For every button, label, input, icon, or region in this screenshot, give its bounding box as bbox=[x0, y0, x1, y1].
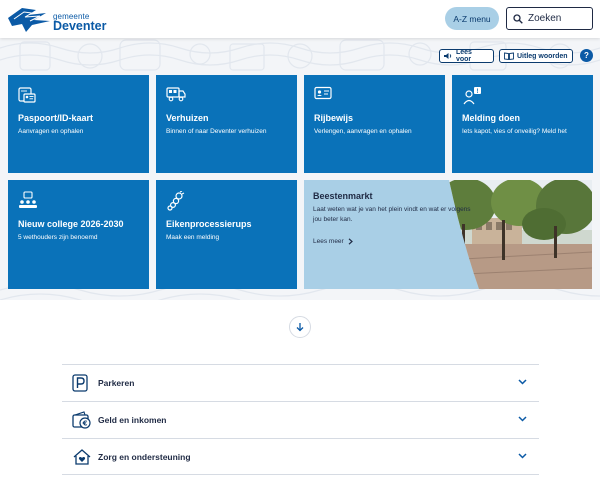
tile-passport[interactable]: Paspoort/ID-kaart Aanvragen en ophalen bbox=[8, 75, 149, 173]
read-more-label: Lees meer bbox=[313, 238, 344, 245]
tile-title: Verhuizen bbox=[166, 113, 209, 123]
accordion-label: Parkeren bbox=[98, 378, 135, 388]
explain-words-label: Uitleg woorden bbox=[517, 52, 568, 60]
tile-moving[interactable]: Verhuizen Binnen of naar Deventer verhui… bbox=[156, 75, 297, 173]
tile-title: Eikenprocessierups bbox=[166, 219, 252, 229]
svg-text:!: ! bbox=[477, 89, 479, 95]
chevron-down-icon bbox=[518, 416, 527, 422]
tile-subtitle: 5 wethouders zijn benoemd bbox=[18, 234, 98, 241]
tile-title: Nieuw college 2026-2030 bbox=[18, 219, 124, 229]
site-header: gemeente Deventer A-Z menu bbox=[0, 0, 600, 38]
feature-title: Beestenmarkt bbox=[313, 191, 373, 201]
accordion-label: Geld en inkomen bbox=[98, 415, 167, 425]
explain-words-button[interactable]: Uitleg woorden bbox=[499, 49, 573, 63]
tile-subtitle: Verlengen, aanvragen en ophalen bbox=[314, 128, 412, 135]
speaker-icon bbox=[444, 53, 452, 59]
help-button[interactable]: ? bbox=[580, 49, 593, 62]
tile-subtitle: Aanvragen en ophalen bbox=[18, 128, 84, 135]
tile-oak-caterpillar[interactable]: Eikenprocessierups Maak een melding bbox=[156, 180, 297, 289]
id-card-icon bbox=[18, 87, 36, 103]
report-person-icon: ! bbox=[463, 87, 481, 105]
chevron-right-icon bbox=[348, 238, 353, 245]
arrow-down-icon bbox=[296, 323, 304, 332]
tile-subtitle: Iets kapot, vies of onveilig? Meld het bbox=[462, 128, 567, 135]
chevron-down-icon bbox=[518, 453, 527, 459]
care-home-icon bbox=[73, 449, 91, 465]
svg-text:€: € bbox=[82, 420, 88, 428]
accordion-parking[interactable]: Parkeren bbox=[62, 364, 539, 401]
search-icon bbox=[513, 13, 523, 24]
scroll-down-button[interactable] bbox=[289, 316, 311, 338]
tile-drivers-license[interactable]: Rijbewijs Verlengen, aanvragen en ophale… bbox=[304, 75, 445, 173]
read-aloud-button[interactable]: Lees voor bbox=[439, 49, 494, 63]
tile-title: Rijbewijs bbox=[314, 113, 354, 123]
caterpillar-icon bbox=[167, 191, 185, 211]
az-menu-button[interactable]: A-Z menu bbox=[445, 7, 499, 30]
chevron-down-icon bbox=[518, 379, 527, 385]
drivers-license-icon bbox=[314, 86, 332, 100]
council-icon bbox=[19, 191, 37, 208]
tile-new-council[interactable]: Nieuw college 2026-2030 5 wethouders zij… bbox=[8, 180, 149, 289]
tile-title: Melding doen bbox=[462, 113, 520, 123]
parking-icon bbox=[72, 374, 88, 392]
accordion-label: Zorg en ondersteuning bbox=[98, 452, 191, 462]
tile-title: Paspoort/ID-kaart bbox=[18, 113, 94, 123]
book-icon bbox=[504, 52, 514, 60]
feature-read-more-link[interactable]: Lees meer bbox=[313, 238, 353, 245]
feature-beestenmarkt[interactable]: Beestenmarkt Laat weten wat je van het p… bbox=[304, 180, 592, 289]
accordion-money-income[interactable]: € Geld en inkomen bbox=[62, 401, 539, 438]
tile-report[interactable]: ! Melding doen Iets kapot, vies of onvei… bbox=[452, 75, 593, 173]
search-box[interactable] bbox=[506, 7, 593, 30]
deventer-eagle-icon bbox=[8, 8, 50, 32]
deventer-logo[interactable]: gemeente Deventer bbox=[6, 4, 116, 34]
tile-subtitle: Binnen of naar Deventer verhuizen bbox=[166, 128, 267, 135]
search-input[interactable] bbox=[528, 13, 590, 24]
read-aloud-label: Lees voor bbox=[455, 49, 472, 63]
moving-truck-icon bbox=[166, 87, 186, 102]
feature-text: Laat weten wat je van het plein vindt en… bbox=[313, 206, 471, 223]
tile-subtitle: Maak een melding bbox=[166, 234, 220, 241]
accordion-care-support[interactable]: Zorg en ondersteuning bbox=[62, 438, 539, 475]
logo-city-name: Deventer bbox=[53, 19, 107, 33]
wallet-euro-icon: € bbox=[72, 411, 91, 429]
